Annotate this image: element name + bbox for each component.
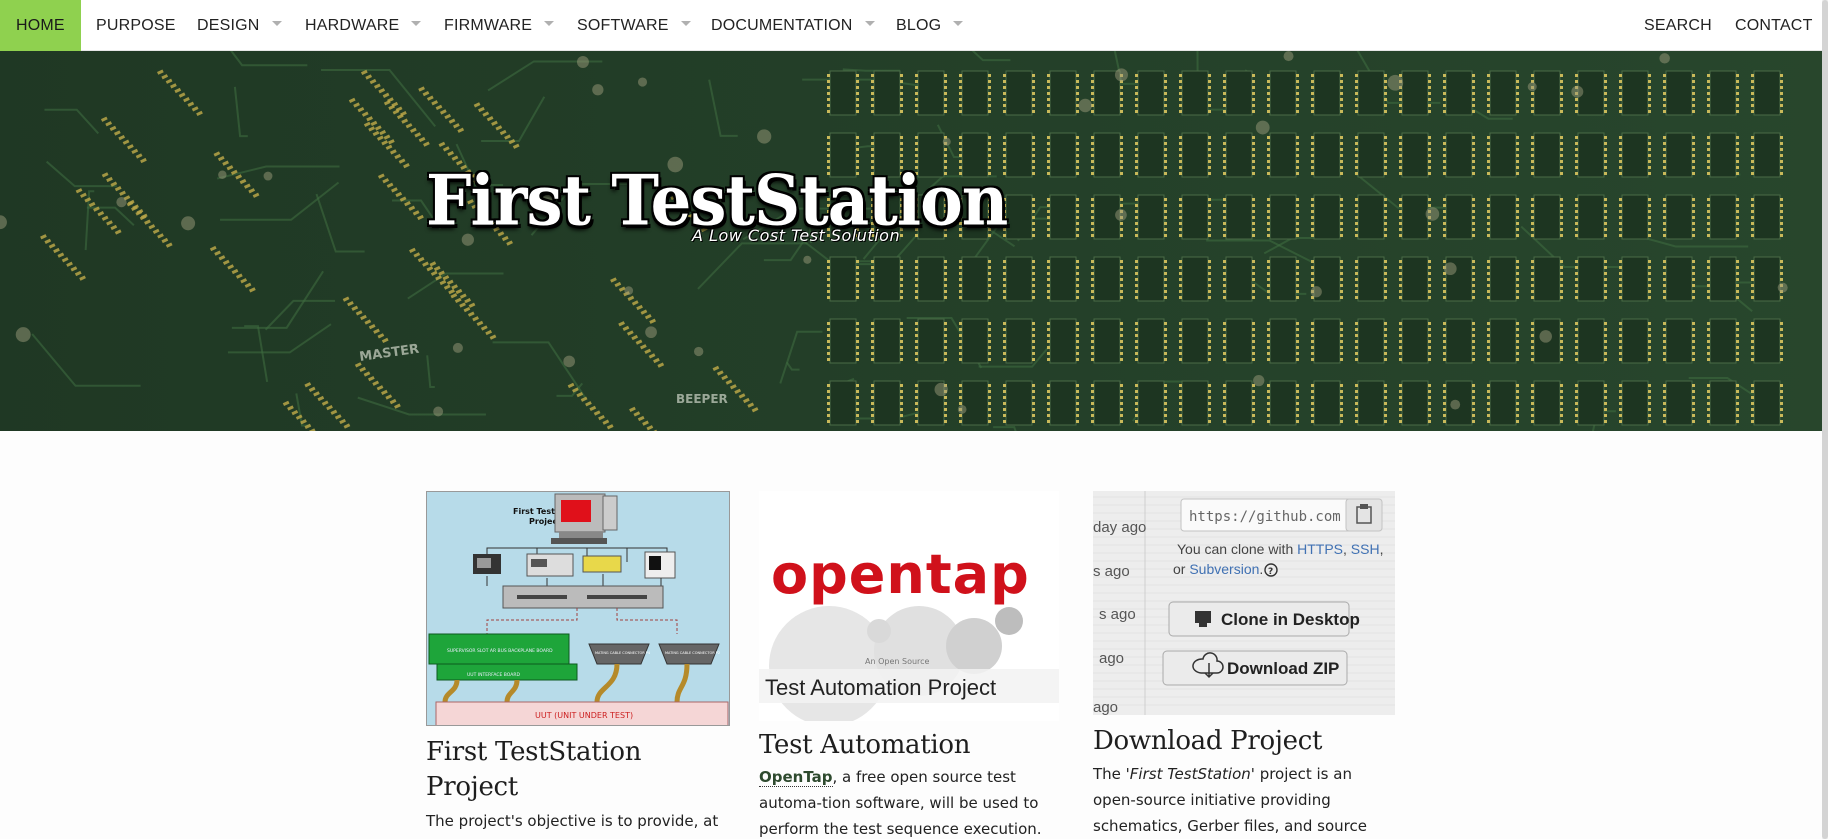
nav-search[interactable]: SEARCH bbox=[1644, 0, 1712, 51]
ago-text-4: ago bbox=[1099, 650, 1124, 667]
diagram-uut-label: UUT (UNIT UNDER TEST) bbox=[535, 711, 633, 720]
project-diagram-image[interactable]: First TestStation Project SUPERVISOR SLO… bbox=[426, 491, 730, 726]
nav-software[interactable]: SOFTWARE bbox=[577, 0, 691, 51]
chevron-down-icon bbox=[953, 21, 964, 27]
download-zip-button: Download ZIP bbox=[1227, 659, 1339, 678]
nav-contact-label: CONTACT bbox=[1735, 17, 1813, 34]
card-title-test-automation[interactable]: Test Automation bbox=[759, 728, 1059, 763]
nav-design[interactable]: DESIGN bbox=[197, 0, 282, 51]
chevron-down-icon bbox=[864, 21, 875, 27]
card-text-test-automation: OpenTap, a free open source test automa-… bbox=[759, 764, 1059, 839]
ago-text-3: s ago bbox=[1099, 606, 1136, 623]
opentap-link[interactable]: OpenTap bbox=[759, 768, 833, 787]
clone-text-line1: You can clone with HTTPS, SSH, bbox=[1177, 541, 1383, 557]
nav-firmware[interactable]: FIRMWARE bbox=[444, 0, 555, 51]
ago-text-1: day ago bbox=[1093, 519, 1146, 536]
svg-text:?: ? bbox=[1268, 567, 1273, 577]
opentap-image[interactable]: opentap An Open Source Test Automation P… bbox=[759, 491, 1059, 721]
card-title-download[interactable]: Download Project bbox=[1093, 724, 1398, 759]
download-text-emphasis: First TestStation bbox=[1129, 765, 1251, 783]
clone-text-line2: or Subversion. bbox=[1173, 561, 1263, 577]
opentap-banner: Test Automation Project bbox=[765, 675, 996, 700]
hero-subtitle: A Low Cost Test Solution bbox=[692, 226, 901, 245]
chevron-down-icon bbox=[680, 21, 691, 27]
nav-hardware-label: HARDWARE bbox=[305, 17, 400, 34]
nav-design-label: DESIGN bbox=[197, 17, 260, 34]
clone-url-field: https://github.com bbox=[1189, 509, 1341, 525]
nav-purpose-label: PURPOSE bbox=[96, 17, 176, 34]
nav-home-label: HOME bbox=[16, 17, 65, 34]
chevron-down-icon bbox=[271, 21, 282, 27]
hero-banner: MASTER BEEPER First TestStation A Low Cos… bbox=[0, 51, 1822, 431]
nav-documentation[interactable]: DOCUMENTATION bbox=[711, 0, 875, 51]
clone-desktop-button: Clone in Desktop bbox=[1221, 610, 1360, 629]
nav-hardware[interactable]: HARDWARE bbox=[305, 0, 422, 51]
diagram-label-interface: UUT INTERFACE BOARD bbox=[467, 672, 520, 678]
diagram-label-p4: MATING CABLE CONNECTOR P4 bbox=[595, 651, 651, 655]
nav-documentation-label: DOCUMENTATION bbox=[711, 17, 853, 34]
nav-home[interactable]: HOME bbox=[0, 0, 81, 51]
opentap-small-text: An Open Source bbox=[865, 657, 930, 666]
chevron-down-icon bbox=[411, 21, 422, 27]
diagram-label-p2: MATING CABLE CONNECTOR P2 bbox=[665, 651, 720, 655]
card-text-project: The project's objective is to provide, a… bbox=[426, 812, 719, 839]
nav-firmware-label: FIRMWARE bbox=[444, 17, 533, 34]
chevron-down-icon bbox=[544, 21, 555, 27]
card-title-project[interactable]: First TestStation Project bbox=[426, 735, 726, 805]
board-label-beeper: BEEPER bbox=[676, 392, 728, 406]
ago-text-5: ago bbox=[1093, 699, 1118, 715]
nav-search-label: SEARCH bbox=[1644, 17, 1712, 34]
github-download-image[interactable]: day ago s ago s ago ago ago https://gith… bbox=[1093, 491, 1395, 715]
ago-text-2: s ago bbox=[1093, 563, 1130, 580]
top-navigation: HOME PURPOSE DESIGN HARDWARE FIRMWARE SO… bbox=[0, 0, 1822, 51]
card-text-download: The 'First TestStation' project is an op… bbox=[1093, 761, 1378, 839]
nav-blog-label: BLOG bbox=[896, 17, 942, 34]
nav-purpose[interactable]: PURPOSE bbox=[96, 0, 176, 51]
page-scrollbar[interactable] bbox=[1822, 0, 1828, 839]
download-text-pre: The ' bbox=[1093, 765, 1130, 783]
scrollbar-thumb[interactable] bbox=[1822, 0, 1828, 839]
nav-contact[interactable]: CONTACT bbox=[1735, 0, 1813, 51]
nav-blog[interactable]: BLOG bbox=[896, 0, 964, 51]
opentap-logo: opentap bbox=[771, 543, 1030, 606]
nav-software-label: SOFTWARE bbox=[577, 17, 669, 34]
diagram-label-backplane: SUPERVISOR SLOT AR BUS BACKPLANE BOARD bbox=[447, 648, 553, 654]
